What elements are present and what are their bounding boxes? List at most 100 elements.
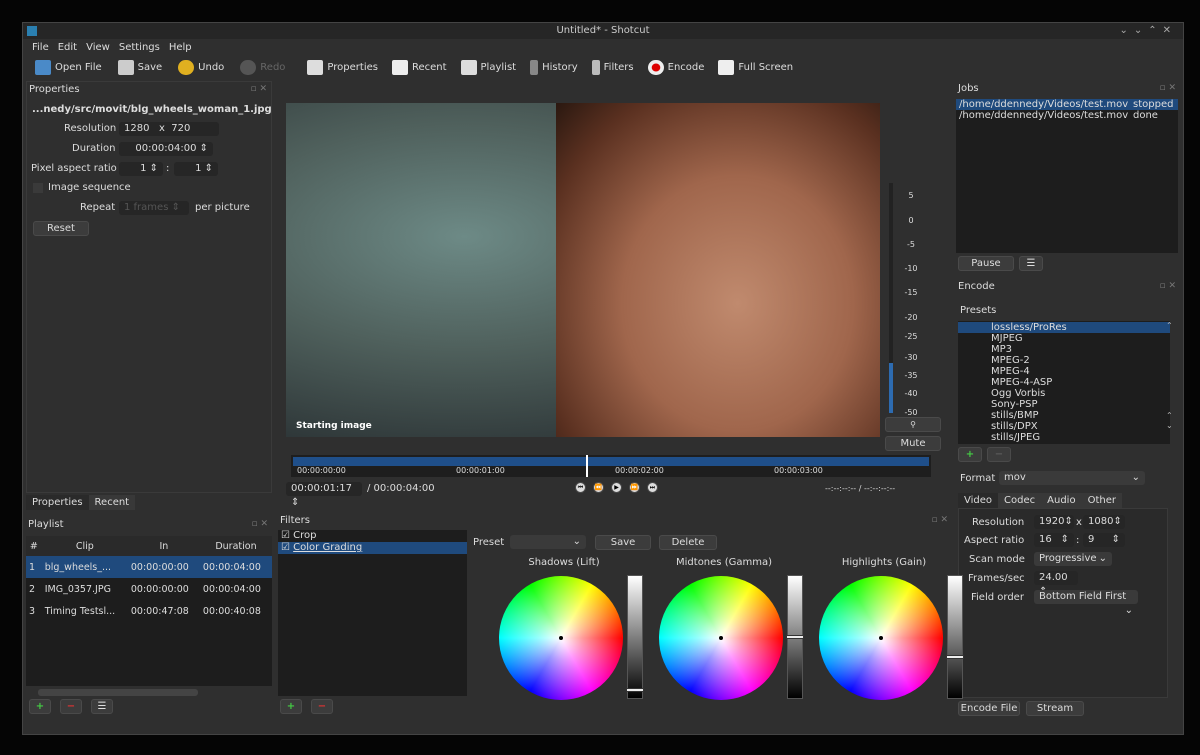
close-icon[interactable]: ▫ ✕ (250, 84, 267, 94)
level-slider[interactable] (946, 575, 964, 699)
properties-button[interactable]: Properties (327, 62, 378, 73)
play-icon[interactable]: ▶ (611, 482, 622, 493)
fast-forward-icon[interactable]: ⏩ (629, 482, 640, 493)
column-header[interactable]: # (26, 536, 42, 556)
recent-button[interactable]: Recent (412, 62, 447, 73)
res-width-spinner[interactable]: 1920⇕ (1034, 515, 1074, 529)
fullscreen-button[interactable]: Full Screen (738, 62, 793, 73)
horizontal-scrollbar[interactable] (38, 689, 198, 696)
tab-other[interactable]: Other (1081, 493, 1122, 508)
rewind-icon[interactable]: ⏪ (593, 482, 604, 493)
tab-properties[interactable]: Properties (26, 495, 89, 510)
color-wheel[interactable] (819, 576, 943, 700)
pause-button[interactable]: Pause (958, 256, 1014, 271)
menu-edit[interactable]: Edit (58, 42, 77, 53)
preset-item[interactable]: MP3 (958, 344, 1170, 355)
save-button[interactable]: Save (138, 62, 163, 73)
mute-button[interactable]: Mute (885, 436, 941, 451)
menu-file[interactable]: File (32, 42, 49, 53)
skip-start-icon[interactable]: ⏮ (575, 482, 586, 493)
preset-item[interactable]: MPEG-4-ASP (958, 377, 1170, 388)
tab-recent[interactable]: Recent (88, 495, 136, 510)
column-header[interactable]: Duration (200, 536, 272, 556)
table-row[interactable]: 3 Timing Testsl... 00:00:47:08 00:00:40:08 (26, 600, 272, 622)
history-button[interactable]: History (542, 62, 578, 73)
jobs-menu-button[interactable]: ☰ (1019, 256, 1043, 271)
preset-item[interactable]: Ogg Vorbis (958, 388, 1170, 399)
slider-handle[interactable] (786, 635, 804, 639)
fps-spinner[interactable]: 24.00 ⇕ (1034, 571, 1078, 597)
image-sequence-checkbox[interactable] (33, 183, 43, 193)
preset-item[interactable]: Sony-PSP (958, 399, 1170, 410)
tab-audio[interactable]: Audio (1041, 493, 1082, 508)
timeline-ruler[interactable]: 00:00:00:00 00:00:01:00 00:00:02:00 00:0… (291, 455, 931, 477)
preset-select[interactable]: ⌄ (510, 535, 586, 549)
scan-mode-select[interactable]: Progressive ⌄ (1034, 552, 1112, 566)
field-order-select[interactable]: Bottom Field First ⌄ (1034, 590, 1138, 616)
presets-list[interactable]: lossless/ProRes MJPEG MP3 MPEG-2 MPEG-4 MPEG-… (958, 321, 1170, 444)
repeat-spinner[interactable]: 1 frames ⇕ (119, 201, 189, 215)
presets-scrollbar[interactable]: ⌃ ⌃ ⌄ (1166, 321, 1173, 431)
encode-file-button[interactable]: Encode File (958, 701, 1020, 716)
par-a-spinner[interactable]: 1 ⇕ (119, 162, 163, 176)
close-icon[interactable]: ▫ ✕ (1159, 281, 1176, 291)
aspect-b-spinner[interactable]: 9 ⇕ (1083, 533, 1125, 547)
filter-item-crop[interactable]: ☑ Crop (278, 530, 467, 542)
undo-button[interactable]: Undo (198, 62, 224, 73)
menu-view[interactable]: View (86, 42, 110, 53)
level-slider[interactable] (626, 575, 644, 699)
encode-button[interactable]: Encode (668, 62, 705, 73)
filters-button[interactable]: Filters (604, 62, 634, 73)
tab-video[interactable]: Video (958, 493, 999, 508)
remove-preset-button[interactable]: − (987, 447, 1011, 462)
preset-item[interactable]: lossless/ProRes (958, 322, 1170, 333)
window-controls[interactable]: ⌄⌄⌃✕ (1119, 23, 1177, 39)
slider-handle[interactable] (626, 688, 644, 693)
add-preset-button[interactable]: + (958, 447, 982, 462)
playlist-button[interactable]: Playlist (481, 62, 517, 73)
par-b-spinner[interactable]: 1 ⇕ (174, 162, 218, 176)
remove-clip-button[interactable]: − (60, 699, 82, 714)
close-icon[interactable]: ▫ ✕ (931, 515, 948, 525)
column-header[interactable]: In (128, 536, 200, 556)
save-preset-button[interactable]: Save (595, 535, 651, 550)
wheel-cursor[interactable] (719, 636, 723, 640)
preset-item[interactable]: stills/JPEG (958, 432, 1170, 443)
skip-end-icon[interactable]: ⏭ (647, 482, 658, 493)
reset-button[interactable]: Reset (33, 221, 89, 236)
zoom-button[interactable]: ⚲ (885, 417, 941, 432)
preset-item[interactable]: MPEG-4 (958, 366, 1170, 377)
filter-item-color-grading[interactable]: ☑ Color Grading (278, 542, 467, 554)
open-file-button[interactable]: Open File (55, 62, 102, 73)
video-preview[interactable]: Starting image (286, 103, 880, 437)
preset-item[interactable]: stills/BMP (958, 410, 1170, 421)
current-time-spinner[interactable]: 00:00:01:17 ⇕ (286, 482, 362, 508)
add-clip-button[interactable]: + (29, 699, 51, 714)
column-header[interactable]: Clip (42, 536, 128, 556)
menu-help[interactable]: Help (169, 42, 192, 53)
playhead[interactable] (585, 455, 588, 477)
add-filter-button[interactable]: + (280, 699, 302, 714)
close-icon[interactable]: ▫ ✕ (1159, 83, 1176, 93)
playlist-menu-button[interactable]: ☰ (91, 699, 113, 714)
color-wheel[interactable] (499, 576, 623, 700)
slider-handle[interactable] (946, 655, 964, 660)
preset-item[interactable]: MJPEG (958, 333, 1170, 344)
table-row[interactable]: 2 IMG_0357.JPG 00:00:00:00 00:00:04:00 (26, 578, 272, 600)
job-row[interactable]: /home/ddennedy/Videos/test.mov stopped (956, 99, 1178, 110)
table-row[interactable]: 1 blg_wheels_... 00:00:00:00 00:00:04:00 (26, 556, 272, 578)
color-wheel[interactable] (659, 576, 783, 700)
level-slider[interactable] (786, 575, 804, 699)
format-select[interactable]: mov ⌄ (999, 471, 1145, 485)
tab-codec[interactable]: Codec (998, 493, 1042, 508)
wheel-cursor[interactable] (879, 636, 883, 640)
duration-spinner[interactable]: 00:00:04:00 ⇕ (119, 142, 213, 156)
preset-item[interactable]: stills/DPX (958, 421, 1170, 432)
resolution-field[interactable]: 1280 x 720 (119, 122, 219, 136)
delete-preset-button[interactable]: Delete (659, 535, 717, 550)
preset-item[interactable]: MPEG-2 (958, 355, 1170, 366)
remove-filter-button[interactable]: − (311, 699, 333, 714)
redo-button[interactable]: Redo (260, 62, 285, 73)
stream-button[interactable]: Stream (1026, 701, 1084, 716)
wheel-cursor[interactable] (559, 636, 563, 640)
